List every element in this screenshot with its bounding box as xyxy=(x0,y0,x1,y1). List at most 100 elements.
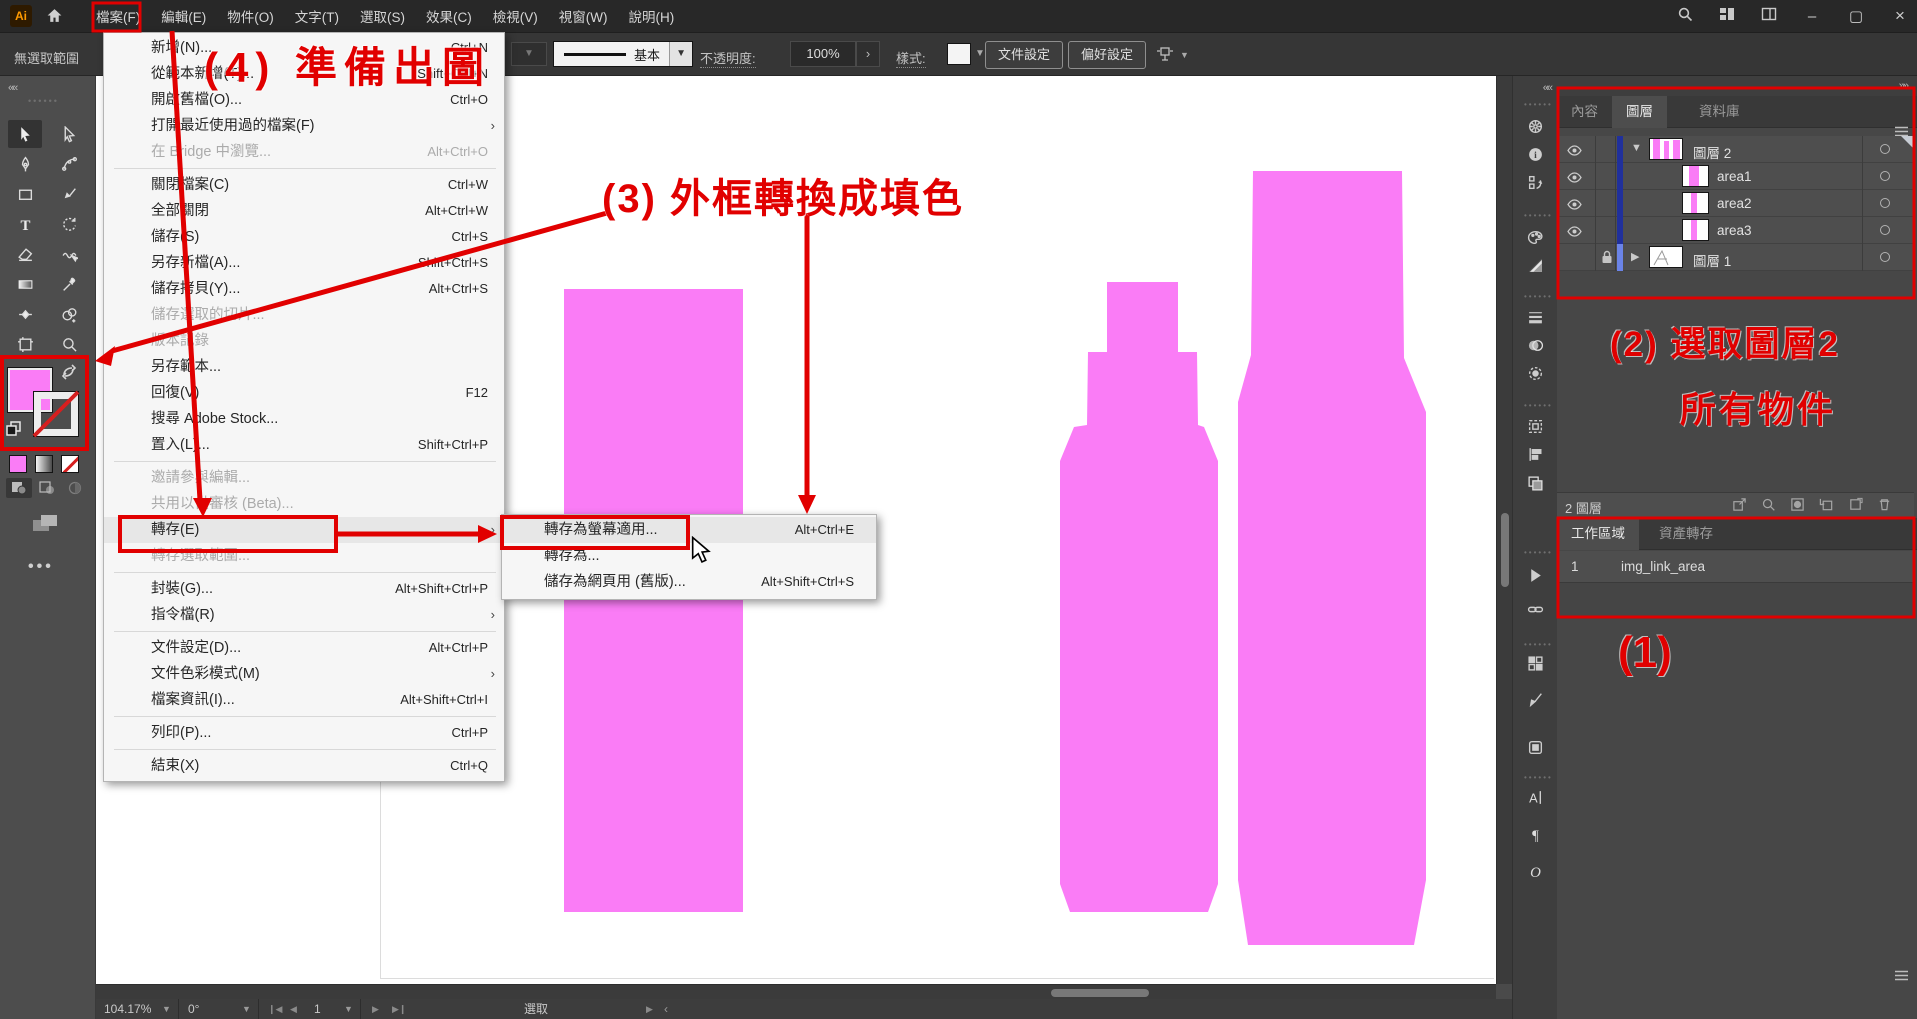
status-play-icon[interactable]: ▶ xyxy=(646,1001,653,1017)
default-swatches-icon[interactable] xyxy=(5,420,23,443)
pen-tool[interactable] xyxy=(8,150,42,178)
color-guide-icon[interactable] xyxy=(1513,257,1558,277)
dock-grip[interactable]: •••••• xyxy=(1524,640,1553,649)
shape-builder-tool[interactable] xyxy=(52,300,86,328)
stroke-icon[interactable] xyxy=(1513,309,1558,329)
file-menu-item[interactable]: 文件色彩模式(M)› xyxy=(104,661,504,687)
edit-toolbar-icon[interactable]: ••• xyxy=(28,558,54,576)
eyedropper-tool[interactable] xyxy=(52,270,86,298)
file-menu-item[interactable]: 打開最近使用過的檔案(F)› xyxy=(104,113,504,139)
opacity-stepper[interactable]: › xyxy=(856,41,880,67)
color-mode-none[interactable] xyxy=(62,456,78,472)
tab-artboards[interactable]: 工作區域 xyxy=(1557,518,1639,550)
target-circle-icon[interactable] xyxy=(1880,225,1890,235)
color-mode-gradient[interactable] xyxy=(36,456,52,472)
artboard-dropdown-icon[interactable]: ▼ xyxy=(344,1001,353,1017)
target-circle-icon[interactable] xyxy=(1880,198,1890,208)
visibility-eye-icon[interactable] xyxy=(1567,170,1582,188)
horizontal-scroll-thumb[interactable] xyxy=(1051,989,1149,997)
swap-fill-stroke-icon[interactable] xyxy=(60,364,78,385)
file-menu-item[interactable]: 檔案資訊(I)...Alt+Shift+Ctrl+I xyxy=(104,687,504,713)
new-sublayer-icon[interactable] xyxy=(1819,497,1834,515)
layer-thumbnail[interactable] xyxy=(1649,138,1683,160)
stroke-dropdown-icon[interactable]: ▼ xyxy=(669,42,692,66)
target-circle-icon[interactable] xyxy=(1880,171,1890,181)
appearance-icon[interactable] xyxy=(1513,365,1558,385)
draw-normal-mode[interactable] xyxy=(6,478,32,498)
file-menu-item[interactable]: 儲存拷貝(Y)...Alt+Ctrl+S xyxy=(104,276,504,302)
tab-libraries[interactable]: 資料庫 xyxy=(1685,96,1754,128)
artboards-icon[interactable] xyxy=(1513,418,1558,438)
artboard-name[interactable]: img_link_area xyxy=(1621,559,1705,574)
layer-row[interactable]: ▶圖層 1 xyxy=(1557,244,1914,271)
layer-row[interactable]: area3 xyxy=(1557,217,1914,244)
dock-grip[interactable]: •••••• xyxy=(1524,100,1553,109)
brushes-icon[interactable] xyxy=(1513,691,1558,711)
rotate-tool[interactable] xyxy=(52,210,86,238)
file-menu-item[interactable]: 另存範本... xyxy=(104,354,504,380)
zoom-tool[interactable] xyxy=(52,330,86,358)
gradient-tool[interactable] xyxy=(8,270,42,298)
visibility-eye-icon[interactable] xyxy=(1567,224,1582,242)
new-layer-icon[interactable] xyxy=(1848,497,1863,515)
rectangle-tool[interactable] xyxy=(8,180,42,208)
chevron-right-icon[interactable]: ▶ xyxy=(1631,250,1639,263)
file-menu-item[interactable]: 開啟舊檔(O)...Ctrl+O xyxy=(104,87,504,113)
layer-row[interactable]: area2 xyxy=(1557,190,1914,217)
tab-layers[interactable]: 圖層 xyxy=(1612,96,1667,128)
menubar-item[interactable]: 選取(S) xyxy=(360,6,405,26)
file-menu-item[interactable]: 轉存(E)› xyxy=(104,517,504,543)
file-menu-item[interactable]: 置入(L)...Shift+Ctrl+P xyxy=(104,432,504,458)
visibility-eye-icon[interactable] xyxy=(1567,143,1582,161)
file-menu-item[interactable]: 全部關閉Alt+Ctrl+W xyxy=(104,198,504,224)
menubar-item[interactable]: 文字(T) xyxy=(295,6,339,26)
target-circle-icon[interactable] xyxy=(1880,252,1890,262)
draw-behind-mode[interactable] xyxy=(34,478,60,498)
dock-grip[interactable]: •••••• xyxy=(1524,211,1553,220)
file-menu-item[interactable]: 搜尋 Adobe Stock... xyxy=(104,406,504,432)
horizontal-scrollbar[interactable] xyxy=(96,984,1496,999)
layer-thumbnail[interactable] xyxy=(1649,246,1683,268)
tools-grip[interactable]: •••••• xyxy=(28,96,59,106)
dock-grip[interactable]: •••••• xyxy=(1524,773,1553,782)
layer-row[interactable]: ▼圖層 2 xyxy=(1557,136,1914,163)
document-setup-button[interactable]: 文件設定 xyxy=(985,41,1063,69)
export-submenu-item[interactable]: 儲存為網頁用 (舊版)...Alt+Shift+Ctrl+S xyxy=(502,569,876,595)
style-swatch[interactable] xyxy=(947,43,971,65)
file-menu-item[interactable]: 回復(V)F12 xyxy=(104,380,504,406)
zoom-level[interactable]: 104.17% xyxy=(104,1001,151,1017)
transparency-icon[interactable] xyxy=(1513,337,1558,357)
draw-inside-mode[interactable] xyxy=(62,478,88,498)
export-submenu-item[interactable]: 轉存為螢幕適用...Alt+Ctrl+E xyxy=(502,517,876,543)
swatches-icon[interactable] xyxy=(1513,739,1558,759)
zoom-dropdown-icon[interactable]: ▼ xyxy=(162,1001,171,1017)
maximize-button[interactable]: ▢ xyxy=(1847,7,1865,25)
dock-grip[interactable]: •••••• xyxy=(1524,401,1553,410)
menubar-item[interactable]: 視窗(W) xyxy=(559,6,608,26)
collapse-panels-icon[interactable]: »» xyxy=(1899,80,1907,92)
home-icon[interactable] xyxy=(46,7,63,29)
stroke-color-swatch[interactable] xyxy=(34,392,78,436)
eraser-tool[interactable] xyxy=(8,240,42,268)
dock-grip[interactable]: •••••• xyxy=(1524,292,1553,301)
search-icon[interactable] xyxy=(1677,6,1693,27)
vertical-scroll-thumb[interactable] xyxy=(1501,513,1509,587)
tab-properties[interactable]: 內容 xyxy=(1557,96,1612,128)
visibility-eye-icon[interactable] xyxy=(1567,197,1582,215)
last-artboard-button[interactable]: ▶❙ xyxy=(392,1001,406,1017)
tab-asset-export[interactable]: 資產轉存 xyxy=(1645,518,1727,550)
links-icon[interactable] xyxy=(1513,601,1558,621)
info-icon[interactable]: i xyxy=(1513,146,1558,166)
direct-selection-tool[interactable] xyxy=(52,120,86,148)
menubar-item[interactable]: 效果(C) xyxy=(426,6,472,26)
style-label[interactable]: 樣式: xyxy=(896,48,926,68)
rotation-dropdown-icon[interactable]: ▼ xyxy=(242,1001,251,1017)
next-artboard-button[interactable]: ▶ xyxy=(372,1001,379,1017)
status-expand-icon[interactable]: ‹ xyxy=(664,1001,668,1017)
align-artboard-icon[interactable] xyxy=(1155,45,1175,66)
file-menu-item[interactable]: 從範本新增(T)...Shift+Ctrl+N xyxy=(104,61,504,87)
libraries-icon[interactable] xyxy=(1513,118,1558,138)
file-menu-item[interactable]: 指令檔(R)› xyxy=(104,602,504,628)
layer-thumbnail[interactable] xyxy=(1682,192,1709,214)
character-icon[interactable]: A xyxy=(1513,789,1558,809)
